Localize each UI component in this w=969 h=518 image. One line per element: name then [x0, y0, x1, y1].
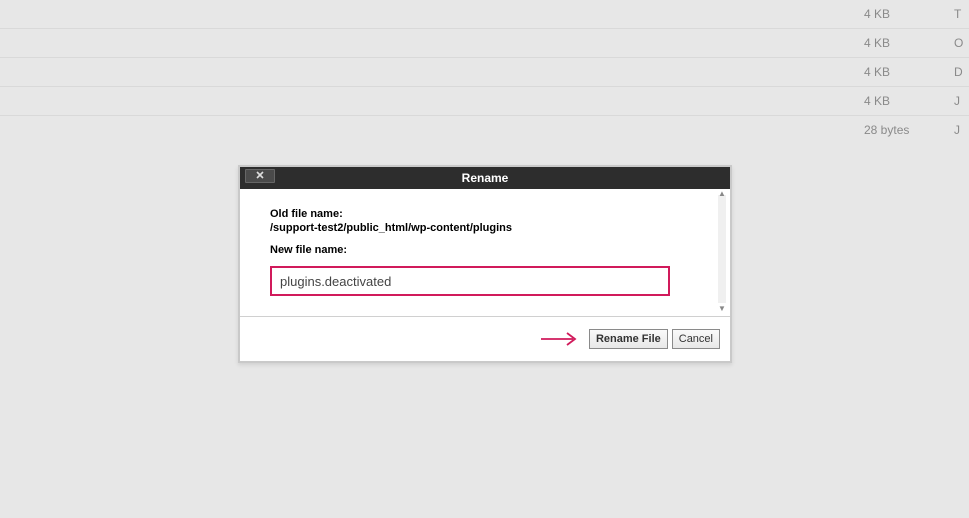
table-row: 28 bytes J: [0, 116, 969, 145]
file-size: 4 KB: [864, 87, 954, 115]
file-letter: T: [954, 0, 969, 28]
file-size: 4 KB: [864, 0, 954, 28]
new-name-input[interactable]: [270, 266, 670, 296]
file-letter: J: [954, 87, 969, 115]
old-name-label: Old file name:: [270, 207, 700, 222]
file-letter: D: [954, 58, 969, 86]
rename-file-button[interactable]: Rename File: [589, 329, 668, 349]
table-row: 4 KB O: [0, 29, 969, 58]
dialog-body: Old file name: /support-test2/public_htm…: [240, 189, 730, 316]
table-row: 4 KB T: [0, 0, 969, 29]
table-row: 4 KB D: [0, 58, 969, 87]
cancel-button[interactable]: Cancel: [672, 329, 720, 349]
old-name-path: /support-test2/public_html/wp-content/pl…: [270, 222, 700, 234]
file-size: 4 KB: [864, 29, 954, 57]
scroll-up-icon[interactable]: ▲: [717, 189, 727, 199]
dialog-titlebar[interactable]: Rename: [240, 167, 730, 189]
file-letter: O: [954, 29, 969, 57]
close-button[interactable]: [245, 169, 275, 183]
file-size: 4 KB: [864, 58, 954, 86]
file-size: 28 bytes: [864, 116, 954, 145]
dialog-title: Rename: [462, 171, 509, 185]
new-name-label: New file name:: [270, 244, 700, 256]
scrollbar-track[interactable]: [718, 195, 726, 303]
rename-dialog: Rename Old file name: /support-test2/pub…: [238, 165, 732, 363]
scroll-down-icon[interactable]: ▼: [717, 304, 727, 314]
close-icon: [255, 170, 265, 180]
file-list-background: 4 KB T 4 KB O 4 KB D 4 KB J 28 bytes J: [0, 0, 969, 145]
file-letter: J: [954, 116, 969, 145]
annotation-arrow-icon: [541, 331, 581, 347]
dialog-footer: Rename File Cancel: [240, 316, 730, 361]
table-row: 4 KB J: [0, 87, 969, 116]
